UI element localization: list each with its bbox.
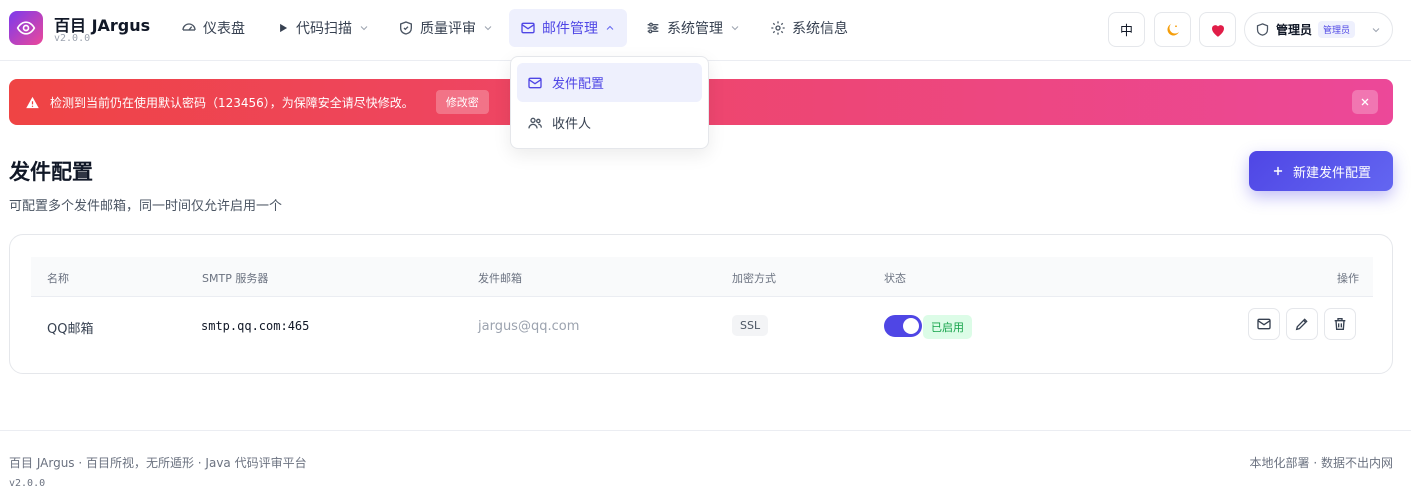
warning-icon xyxy=(26,96,39,108)
column-header-status: 状态 xyxy=(884,272,906,285)
chevron-down-icon xyxy=(731,26,739,31)
nav-label: 邮件管理 xyxy=(542,21,598,37)
shield-icon xyxy=(400,21,412,35)
new-sender-config-label: 新建发件配置 xyxy=(1292,165,1371,181)
chevron-up-icon xyxy=(606,25,614,30)
pencil-icon xyxy=(1295,318,1308,331)
page-title: 发件配置 xyxy=(9,160,93,184)
close-icon xyxy=(1361,98,1369,106)
chevron-down-icon xyxy=(360,26,368,31)
nav-mail-management[interactable]: 邮件管理 xyxy=(509,9,627,47)
mail-management-dropdown: 发件配置 收件人 xyxy=(510,56,709,149)
page-subtitle: 可配置多个发件邮箱，同一时间仅允许启用一个 xyxy=(9,199,283,214)
trash-icon xyxy=(1334,318,1346,330)
moon-icon xyxy=(1166,23,1179,36)
nav-dashboard[interactable]: 仪表盘 xyxy=(170,9,256,47)
theme-toggle-button[interactable] xyxy=(1154,12,1191,47)
row-smtp-server: smtp.qq.com:465 xyxy=(201,319,310,333)
user-menu-button[interactable]: 管理员 管理员 xyxy=(1244,12,1393,47)
test-email-button[interactable] xyxy=(1248,308,1280,340)
dashboard-icon xyxy=(182,23,196,31)
delete-button[interactable] xyxy=(1324,308,1356,340)
user-role-badge: 管理员 xyxy=(1318,21,1356,38)
nav-label: 质量评审 xyxy=(420,21,476,37)
app-version: v2.0.0 xyxy=(54,33,91,44)
new-sender-config-button[interactable]: 新建发件配置 xyxy=(1249,151,1393,191)
nav-system-management[interactable]: 系统管理 xyxy=(634,9,752,47)
column-header-smtp: SMTP 服务器 xyxy=(202,272,269,285)
toggle-track xyxy=(884,315,922,337)
column-header-actions: 操作 xyxy=(1337,272,1359,285)
alert-close-button[interactable] xyxy=(1352,90,1378,114)
plus-icon xyxy=(1273,166,1283,176)
top-navigation-bar: 百目 JArgus v2.0.0 仪表盘 代码扫描 质量评审 邮件管理 系统管理… xyxy=(0,0,1411,61)
nav-code-scan[interactable]: 代码扫描 xyxy=(265,9,381,47)
nav-label: 代码扫描 xyxy=(296,21,352,37)
column-header-name: 名称 xyxy=(47,272,69,285)
nav-label: 系统信息 xyxy=(792,21,848,37)
user-name: 管理员 xyxy=(1276,23,1313,37)
edit-button[interactable] xyxy=(1286,308,1318,340)
users-icon xyxy=(528,117,542,128)
dropdown-item-label: 收件人 xyxy=(552,117,592,132)
language-button[interactable]: 中 xyxy=(1108,12,1145,47)
footer-deployment-note: 本地化部署 · 数据不出内网 xyxy=(1249,456,1393,470)
nav-label: 系统管理 xyxy=(667,21,723,37)
toggle-knob xyxy=(903,318,919,334)
footer-tagline: 百目 JArgus · 百目所视，无所遁形 · Java 代码评审平台 xyxy=(9,456,307,470)
chevron-down-icon xyxy=(1372,27,1380,32)
favorite-button[interactable] xyxy=(1199,12,1236,47)
mail-icon xyxy=(528,77,542,88)
heart-icon xyxy=(1211,24,1224,37)
table-header: 名称 SMTP 服务器 发件邮箱 加密方式 状态 操作 xyxy=(31,257,1373,297)
status-toggle[interactable] xyxy=(884,315,922,337)
column-header-encryption: 加密方式 xyxy=(732,272,776,285)
status-badge: 已启用 xyxy=(923,315,972,339)
dropdown-item-recipients[interactable]: 收件人 xyxy=(517,103,702,142)
eye-logo-icon[interactable] xyxy=(9,11,43,45)
mail-icon xyxy=(1257,318,1271,330)
language-label: 中 xyxy=(1119,24,1133,39)
sender-config-table-card: 名称 SMTP 服务器 发件邮箱 加密方式 状态 操作 QQ邮箱 smtp.qq… xyxy=(9,234,1393,374)
nav-system-info[interactable]: 系统信息 xyxy=(759,9,859,47)
alert-message: 检测到当前仍在使用默认密码（123456），为保障安全请尽快修改。 xyxy=(50,95,414,110)
footer-version: v2.0.0 xyxy=(9,478,46,489)
footer: 百目 JArgus · 百目所视，无所遁形 · Java 代码评审平台 v2.0… xyxy=(0,430,1411,495)
nav-label: 仪表盘 xyxy=(203,21,245,37)
nav-quality-review[interactable]: 质量评审 xyxy=(387,9,505,47)
column-header-email: 发件邮箱 xyxy=(478,272,522,285)
row-sender-email: jargus@qq.com xyxy=(478,319,580,334)
play-icon xyxy=(280,23,288,33)
encryption-badge: SSL xyxy=(732,315,769,336)
chevron-down-icon xyxy=(484,26,492,31)
dropdown-item-label: 发件配置 xyxy=(552,77,605,92)
change-password-button[interactable]: 修改密 xyxy=(435,90,489,114)
sliders-icon xyxy=(647,22,659,34)
gear-icon xyxy=(771,21,785,35)
mail-icon xyxy=(521,22,535,34)
dropdown-item-sender-config[interactable]: 发件配置 xyxy=(517,63,702,102)
shield-icon xyxy=(1256,23,1269,36)
row-name: QQ邮箱 xyxy=(47,322,94,337)
